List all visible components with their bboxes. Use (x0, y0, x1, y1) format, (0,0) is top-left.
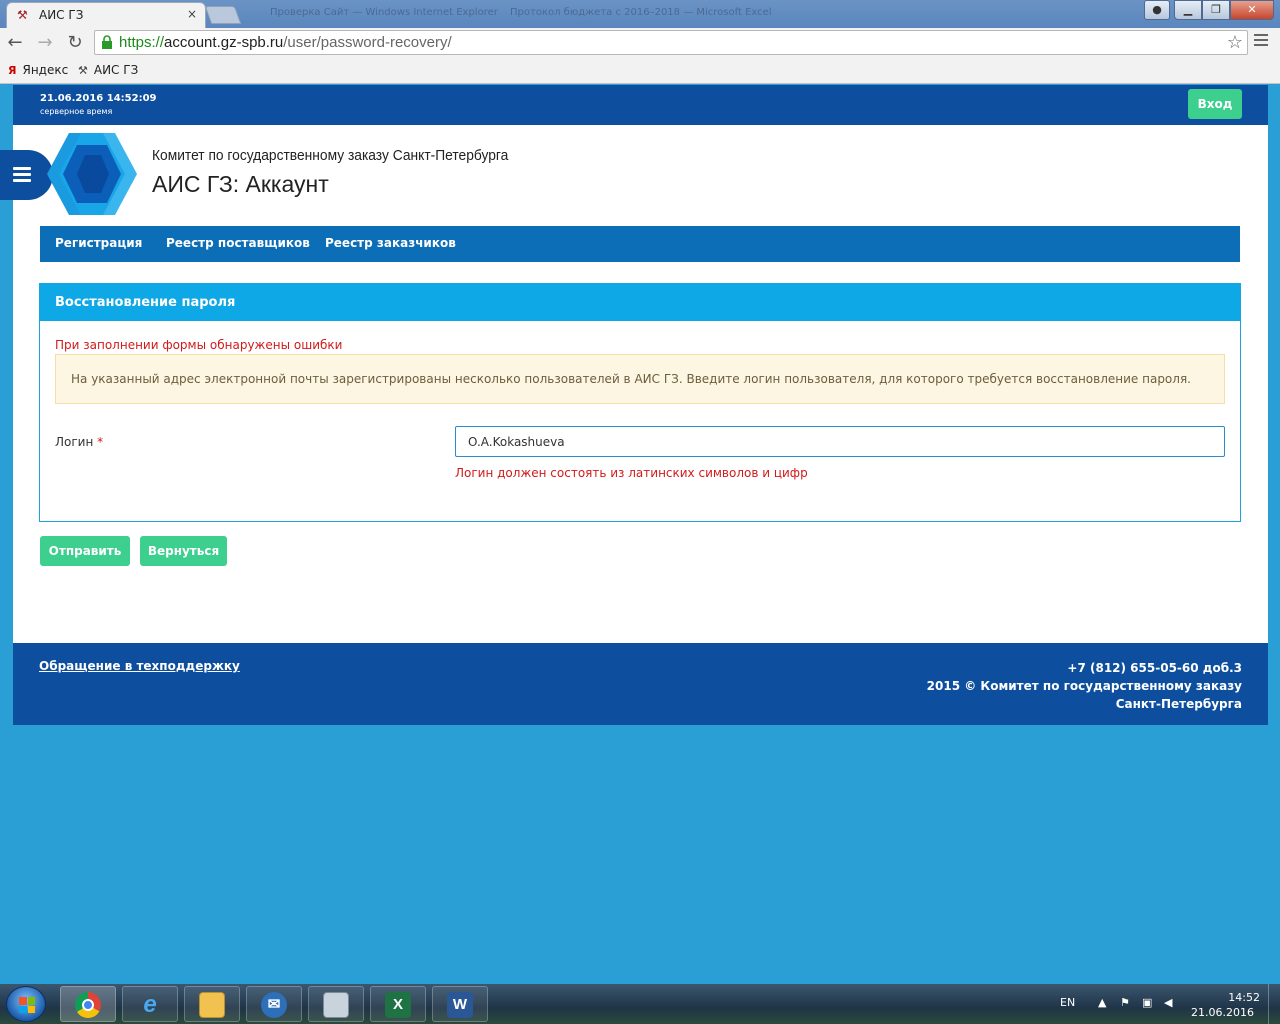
address-bar[interactable]: https://account.gz-spb.ru/user/password-… (94, 30, 1248, 55)
taskbar-chrome[interactable] (60, 986, 116, 1022)
url-text: https://account.gz-spb.ru/user/password-… (119, 34, 452, 51)
chrome-icon (75, 992, 101, 1018)
taskbar: e ✉ X W EN ▲ ⚑ ▣ ◀ 14:52 21.06.2016 (0, 984, 1280, 1024)
new-tab-button[interactable] (204, 6, 242, 24)
bookmark-star-icon[interactable]: ☆ (1227, 32, 1243, 53)
login-button[interactable]: Вход (1188, 89, 1242, 119)
login-input[interactable] (455, 426, 1225, 457)
login-error-message: Логин должен состоять из латинских симво… (455, 466, 808, 480)
menu-icon[interactable] (1254, 34, 1268, 49)
mail-icon: ✉ (261, 992, 287, 1018)
password-recovery-panel: Восстановление пароля При заполнении фор… (39, 283, 1241, 522)
forward-arrow-icon[interactable]: → (34, 32, 56, 54)
server-time: 21.06.2016 14:52:09 (40, 93, 157, 104)
footer-contacts: +7 (812) 655-05-60 доб.3 2015 © Комитет … (912, 659, 1242, 713)
app-title: АИС ГЗ: Аккаунт (152, 171, 329, 197)
user-icon[interactable]: ● (1144, 0, 1170, 20)
word-icon: W (447, 992, 473, 1018)
taskbar-excel[interactable]: X (370, 986, 426, 1022)
close-window-button[interactable]: ✕ (1230, 0, 1274, 20)
taskbar-word[interactable]: W (432, 986, 488, 1022)
taskbar-scanner[interactable] (308, 986, 364, 1022)
browser-tabstrip: ⚒ АИС ГЗ × Проверка Сайт — Windows Inter… (0, 0, 1280, 28)
internet-explorer-icon: e (143, 991, 157, 1018)
sidebar-toggle-button[interactable] (0, 150, 53, 200)
nav-item-suppliers-registry[interactable]: Реестр поставщиков (166, 236, 310, 250)
restore-button[interactable]: ❐ (1202, 0, 1230, 20)
alert-text: На указанный адрес электронной почты зар… (71, 372, 1191, 386)
bookmark-label: АИС ГЗ (93, 63, 139, 77)
panel-title: Восстановление пароля (55, 295, 236, 310)
language-indicator[interactable]: EN (1060, 996, 1075, 1009)
bookmark-label: Яндекс (22, 63, 69, 77)
yandex-icon: Я (8, 63, 17, 77)
footer: Обращение в техподдержку +7 (812) 655-05… (13, 643, 1268, 725)
support-link[interactable]: Обращение в техподдержку (39, 659, 240, 673)
hamburger-icon (13, 167, 31, 185)
footer-phone: +7 (812) 655-05-60 доб.3 (1067, 661, 1242, 675)
background-window-title: Протокол бюджета с 2016–2018 — Microsoft… (510, 7, 772, 18)
form-error-message: При заполнении формы обнаружены ошибки (55, 338, 343, 352)
clock-time[interactable]: 14:52 (1228, 991, 1260, 1004)
minimize-button[interactable]: ▁ (1174, 0, 1202, 20)
taskbar-thunderbird[interactable]: ✉ (246, 986, 302, 1022)
taskbar-ie[interactable]: e (122, 986, 178, 1022)
show-desktop-button[interactable] (1268, 984, 1280, 1024)
page: 21.06.2016 14:52:09 серверное время Вход… (0, 85, 1268, 725)
background-window-title: Проверка Сайт — Windows Internet Explore… (270, 7, 498, 18)
org-name: Комитет по государственному заказу Санкт… (152, 147, 509, 164)
footer-copyright: 2015 © Комитет по государственному заказ… (926, 679, 1242, 711)
network-icon[interactable]: ▣ (1142, 996, 1152, 1009)
taskbar-explorer[interactable] (184, 986, 240, 1022)
logo (47, 133, 137, 215)
start-button[interactable] (6, 986, 46, 1022)
system-tray: EN ▲ ⚑ ▣ ◀ 14:52 21.06.2016 (1050, 984, 1280, 1024)
tab-title: АИС ГЗ (39, 8, 84, 22)
tray-expand-icon[interactable]: ▲ (1098, 996, 1106, 1009)
browser-toolbar: ← → ↻ https://account.gz-spb.ru/user/pas… (0, 28, 1280, 58)
required-mark: * (97, 435, 104, 449)
login-label: Логин * (55, 435, 104, 449)
submit-button[interactable]: Отправить (40, 536, 130, 566)
back-arrow-icon[interactable]: ← (4, 32, 26, 54)
bookmark-ais-gz[interactable]: ⚒ АИС ГЗ (78, 63, 138, 77)
excel-icon: X (385, 992, 411, 1018)
bookmarks-bar: Я Яндекс ⚒ АИС ГЗ (0, 58, 1280, 84)
top-bar: 21.06.2016 14:52:09 серверное время Вход (13, 85, 1268, 125)
reload-icon[interactable]: ↻ (64, 32, 86, 54)
flag-icon[interactable]: ⚑ (1120, 996, 1130, 1009)
warning-alert: На указанный адрес электронной почты зар… (55, 354, 1225, 404)
back-button[interactable]: Вернуться (140, 536, 227, 566)
close-icon[interactable]: × (187, 7, 197, 21)
browser-tab-active[interactable]: ⚒ АИС ГЗ × (6, 2, 206, 28)
server-time-label: серверное время (40, 107, 113, 116)
folder-icon (199, 992, 225, 1018)
clock-date[interactable]: 21.06.2016 (1191, 1006, 1254, 1019)
window-controls: ● ▁ ❐ ✕ (1144, 0, 1274, 20)
nav-item-customers-registry[interactable]: Реестр заказчиков (325, 236, 456, 250)
scanner-icon (323, 992, 349, 1018)
windows-logo-icon (19, 997, 35, 1013)
lock-icon (102, 35, 112, 49)
bookmark-yandex[interactable]: Я Яндекс (8, 63, 68, 77)
nav-item-registration[interactable]: Регистрация (55, 236, 142, 250)
hammer-icon: ⚒ (17, 8, 28, 22)
hammer-icon: ⚒ (78, 63, 88, 77)
panel-header: Восстановление пароля (40, 284, 1240, 321)
main-nav: Регистрация Реестр поставщиков Реестр за… (40, 226, 1240, 262)
volume-icon[interactable]: ◀ (1164, 996, 1172, 1009)
